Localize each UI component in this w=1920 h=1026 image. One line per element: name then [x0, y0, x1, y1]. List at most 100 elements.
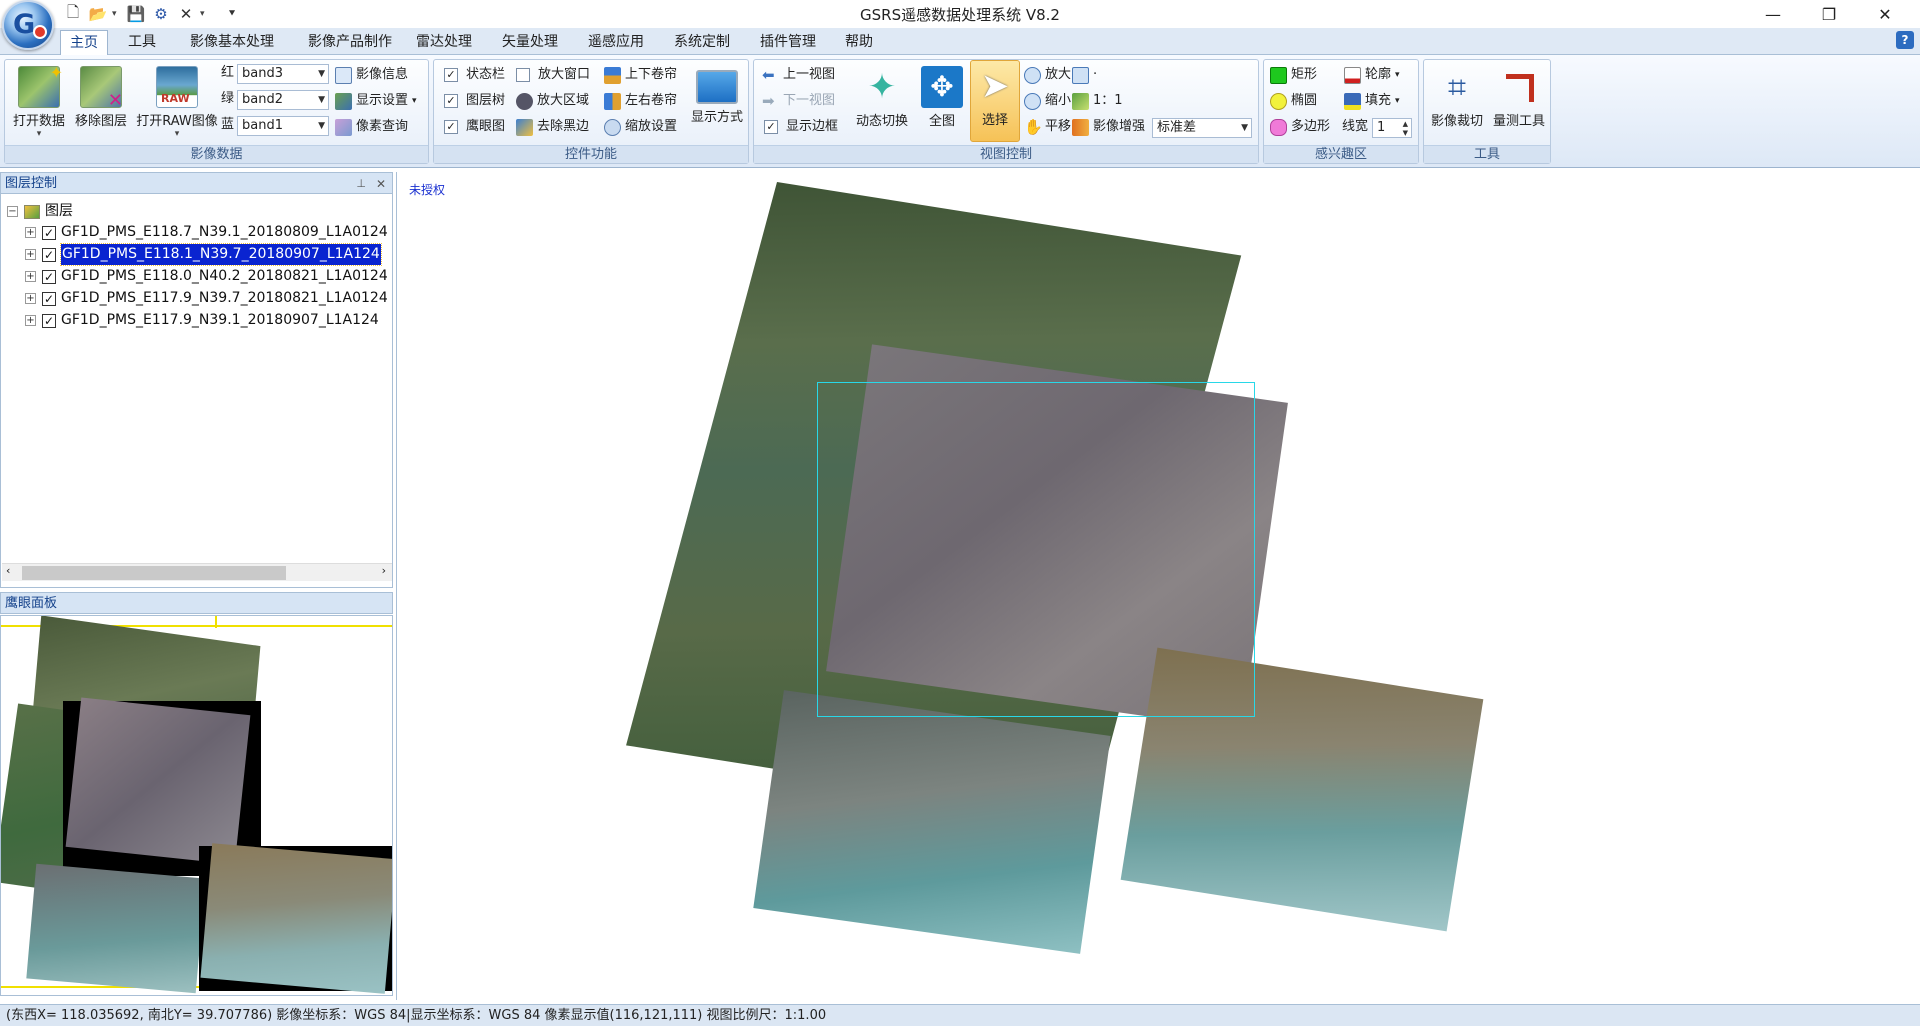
polygon-roi-button[interactable]: 多边形 — [1270, 116, 1330, 138]
one-to-one-button[interactable]: 1：1 — [1072, 90, 1123, 112]
open-folder-icon[interactable]: 📂 — [87, 3, 109, 25]
image-enhance-select[interactable]: 标准差 ▼ — [1152, 118, 1252, 138]
tab-vector[interactable]: 矢量处理 — [492, 30, 568, 55]
title-bar: 🗋 📂 ▾ 💾 ⚙ ✕ ▾ ⯆ GSRS遥感数据处理系统 V8.2 — ❐ ✕ — [0, 0, 1920, 28]
zoom-window-checkbox[interactable] — [516, 68, 530, 82]
tab-tools[interactable]: 工具 — [116, 30, 168, 55]
layer-row[interactable]: + ✓ GF1D_PMS_E117.9_N39.1_20180907_L1A124 — [25, 310, 379, 331]
green-band-value: band2 — [242, 92, 283, 107]
show-border-toggle[interactable]: ✓ 显示边框 — [764, 116, 838, 138]
layer-row[interactable]: + ✓ GF1D_PMS_E117.9_N39.7_20180821_L1A012… — [25, 288, 388, 309]
open-raw-button[interactable]: RAW 打开RAW图像 ▾ — [133, 62, 221, 140]
layer-root-row[interactable]: − 图层 — [7, 201, 73, 222]
zoom-in-button[interactable]: 放大 — [1024, 64, 1071, 86]
zoom-window-toggle[interactable]: 放大窗口 — [516, 64, 590, 86]
tab-home[interactable]: 主页 — [60, 30, 108, 55]
close-x-icon[interactable]: ✕ — [175, 3, 197, 25]
chevron-down-icon: ▾ — [412, 96, 417, 106]
remove-layer-button[interactable]: ✕ 移除图层 — [71, 62, 131, 140]
horizontal-curtain-button[interactable]: 左右卷帘 — [604, 90, 677, 112]
status-bar-checkbox[interactable]: ✓ — [444, 68, 458, 82]
minimize-button[interactable]: — — [1750, 0, 1796, 28]
eagle-eye-toggle[interactable]: ✓ 鹰眼图 — [444, 116, 505, 138]
customize-quick-access-icon[interactable]: ⯆ — [221, 3, 243, 25]
show-border-checkbox[interactable]: ✓ — [764, 120, 778, 134]
layer-visibility-checkbox[interactable]: ✓ — [42, 225, 56, 240]
layer-row[interactable]: + ✓ GF1D_PMS_E118.0_N40.2_20180821_L1A012… — [25, 266, 388, 287]
expand-icon[interactable]: + — [25, 271, 36, 282]
help-icon[interactable]: ? — [1896, 31, 1914, 49]
chevron-down-icon[interactable]: ▾ — [200, 9, 210, 19]
layer-visibility-checkbox[interactable]: ✓ — [42, 269, 56, 284]
blue-band-select[interactable]: band1 ▼ — [237, 116, 329, 136]
ellipse-roi-button[interactable]: 椭圆 — [1270, 90, 1317, 112]
group-controls: ✓ 状态栏 ✓ 图层树 ✓ 鹰眼图 放大窗口 放大区域 去除黑边 上下卷帘 左右卷帘 … — [433, 59, 749, 164]
expand-icon[interactable]: + — [25, 315, 36, 326]
app-logo[interactable]: G — [2, 0, 54, 50]
layer-visibility-checkbox[interactable]: ✓ — [42, 247, 56, 262]
tab-image-product[interactable]: 影像产品制作 — [294, 30, 406, 55]
pan-button[interactable]: ✋ 平移 — [1024, 116, 1071, 138]
outline-color-button[interactable]: 轮廓 ▾ — [1344, 64, 1400, 86]
expand-icon[interactable]: + — [25, 293, 36, 304]
restore-button[interactable]: ❐ — [1806, 0, 1852, 28]
expand-icon[interactable]: + — [25, 227, 36, 238]
measure-button[interactable]: · — [1072, 64, 1097, 86]
scrollbar-thumb[interactable] — [22, 566, 286, 580]
pixel-query-button[interactable]: 像素查询 — [335, 116, 408, 138]
select-tool-button[interactable]: ➤ 选择 — [970, 60, 1020, 142]
layer-panel-header: 图层控制 ⊥ ✕ — [0, 172, 393, 194]
tab-rs-application[interactable]: 遥感应用 — [578, 30, 654, 55]
image-info-icon — [335, 66, 352, 84]
save-icon[interactable]: 💾 — [125, 3, 147, 25]
tab-image-basic-processing[interactable]: 影像基本处理 — [176, 30, 288, 55]
spinner-arrows-icon[interactable]: ▲ ▼ — [1403, 120, 1408, 138]
open-data-button[interactable]: ✦ 打开数据 ▾ — [9, 62, 69, 140]
expand-icon[interactable]: + — [25, 249, 36, 260]
tab-plugins[interactable]: 插件管理 — [750, 30, 826, 55]
layer-visibility-checkbox[interactable]: ✓ — [42, 291, 56, 306]
eagle-eye-view[interactable] — [0, 615, 393, 996]
settings-gear-icon[interactable]: ⚙ — [150, 3, 172, 25]
display-settings-button[interactable]: 显示设置 ▾ — [335, 90, 417, 112]
chevron-down-icon[interactable]: ▾ — [112, 9, 122, 19]
red-band-select[interactable]: band3 ▼ — [237, 64, 329, 84]
display-mode-button[interactable]: 显示方式 — [686, 62, 748, 140]
line-width-spinner[interactable]: 1 ▲ ▼ — [1372, 118, 1412, 138]
pin-icon[interactable]: ⊥ — [356, 173, 366, 195]
full-extent-button[interactable]: ✥ 全图 — [914, 62, 970, 140]
vertical-curtain-button[interactable]: 上下卷帘 — [604, 64, 677, 86]
layer-visibility-checkbox[interactable]: ✓ — [42, 313, 56, 328]
layer-row[interactable]: + ✓ GF1D_PMS_E118.7_N39.1_20180809_L1A012… — [25, 222, 388, 243]
tab-system-custom[interactable]: 系统定制 — [664, 30, 740, 55]
red-band-label: 红 — [221, 65, 235, 80]
zoom-settings-button[interactable]: 缩放设置 — [604, 116, 677, 138]
rectangle-roi-button[interactable]: 矩形 — [1270, 64, 1317, 86]
new-file-icon[interactable]: 🗋 — [62, 3, 84, 25]
green-band-select[interactable]: band2 ▼ — [237, 90, 329, 110]
tab-help[interactable]: 帮助 — [836, 30, 882, 55]
zoom-out-button[interactable]: 缩小 — [1024, 90, 1071, 112]
previous-view-button[interactable]: ⬅ 上一视图 — [762, 64, 835, 86]
fill-color-button[interactable]: 填充 ▾ — [1344, 90, 1400, 112]
measure-tool-button[interactable]: 量测工具 — [1488, 62, 1550, 140]
scroll-left-icon[interactable]: ‹ — [6, 564, 10, 577]
horizontal-scrollbar[interactable]: ‹ › — [2, 563, 392, 581]
scroll-right-icon[interactable]: › — [382, 564, 386, 577]
layer-tree-checkbox[interactable]: ✓ — [444, 94, 458, 108]
next-view-button[interactable]: ➡ 下一视图 — [762, 90, 835, 112]
status-bar-toggle[interactable]: ✓ 状态栏 — [444, 64, 505, 86]
image-crop-button[interactable]: ⌗ 影像裁切 — [1426, 62, 1488, 140]
close-icon[interactable]: ✕ — [376, 173, 386, 195]
layer-row-selected[interactable]: + ✓ GF1D_PMS_E118.1_N39.7_20180907_L1A124 — [25, 243, 382, 266]
map-canvas[interactable]: 未授权 — [396, 172, 1920, 1000]
layer-tree-toggle[interactable]: ✓ 图层树 — [444, 90, 505, 112]
collapse-icon[interactable]: − — [7, 206, 18, 217]
dynamic-switch-button[interactable]: ✦ 动态切换 — [850, 62, 914, 140]
zoom-area-button[interactable]: 放大区域 — [516, 90, 589, 112]
image-info-button[interactable]: 影像信息 — [335, 64, 408, 86]
eagle-eye-checkbox[interactable]: ✓ — [444, 120, 458, 134]
remove-black-edge-button[interactable]: 去除黑边 — [516, 116, 589, 138]
close-window-button[interactable]: ✕ — [1862, 0, 1908, 28]
tab-radar[interactable]: 雷达处理 — [408, 30, 480, 55]
